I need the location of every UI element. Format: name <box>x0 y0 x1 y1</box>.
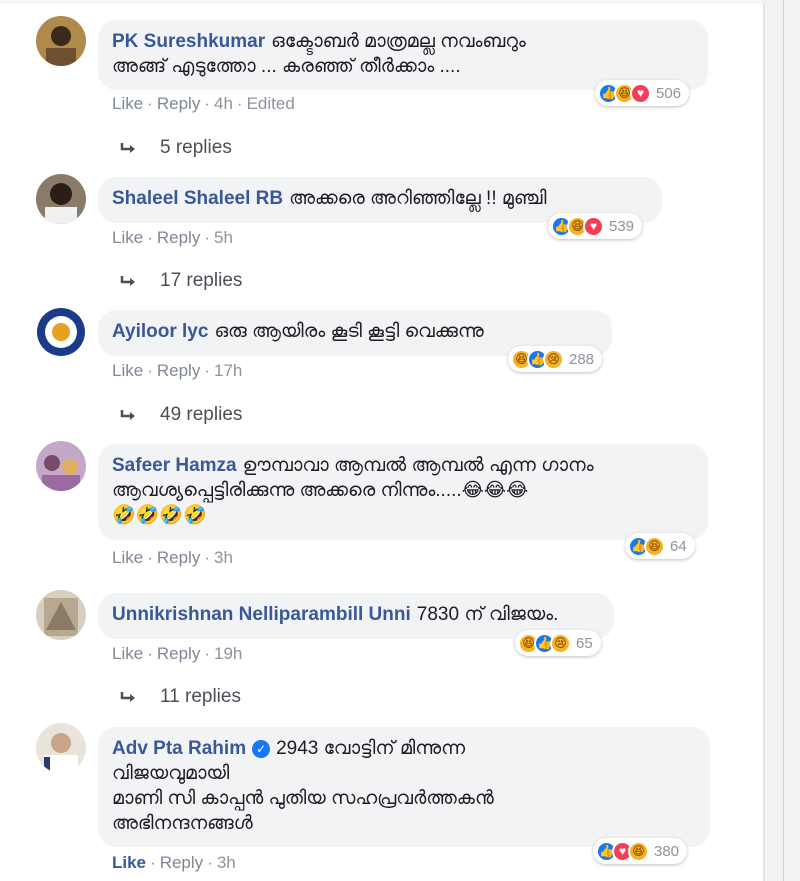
reply-button[interactable]: Reply <box>160 853 203 872</box>
reaction-summary[interactable]: 👍 😆 ♥ 506 <box>595 80 690 106</box>
sad-icon: 😢 <box>550 632 571 654</box>
avatar[interactable] <box>36 16 86 66</box>
scrollbar-divider <box>783 0 784 881</box>
comment-time[interactable]: 3h <box>214 548 233 567</box>
reply-button[interactable]: Reply <box>157 644 200 663</box>
comment-text: അക്കരെ അറിഞ്ഞില്ലേ !! മുഞ്ചി <box>289 188 547 209</box>
reaction-summary[interactable]: 😆 👍 😢 65 <box>515 630 601 656</box>
comment-text: 2943 വോട്ടിന് മിന്നുന്ന <box>276 738 466 759</box>
comment-text: ആവശ്യപ്പെട്ടിരിക്കുന്നു അക്കരെ നിന്നും..… <box>112 480 529 501</box>
reply-arrow-icon <box>120 410 135 420</box>
reaction-summary[interactable]: 👍 ♥ 😆 380 <box>593 838 688 864</box>
replies-count: 49 replies <box>160 404 243 425</box>
comments-feed: PK Sureshkumar ഒക്ടോബർ മാത്രമല്ല നവംബറും … <box>0 0 764 881</box>
comment-text: 7830 ന് വിജയം. <box>416 604 559 625</box>
reaction-count: 380 <box>654 842 680 860</box>
comment-author[interactable]: Shaleel Shaleel RB <box>112 188 283 209</box>
view-replies-link[interactable]: 11 replies <box>120 686 241 708</box>
view-replies-link[interactable]: 17 replies <box>120 270 242 292</box>
comment-author[interactable]: Safeer Hamza <box>112 455 237 476</box>
comment-actions: Like · Reply · 17h <box>112 361 243 380</box>
replies-count: 11 replies <box>160 686 241 707</box>
comment-actions: Like · Reply · 4h · Edited <box>112 94 295 113</box>
view-replies-link[interactable]: 49 replies <box>120 404 242 426</box>
avatar[interactable] <box>36 723 86 773</box>
reply-button[interactable]: Reply <box>157 361 200 380</box>
comment-text: വിജയവുമായി <box>112 763 230 784</box>
edited-label[interactable]: Edited <box>247 94 295 113</box>
haha-icon: 😆 <box>628 840 649 862</box>
comment-actions: Like · Reply · 19h <box>112 644 243 663</box>
comment-text: ഒക്ടോബർ മാത്രമല്ല നവംബറും <box>271 31 526 52</box>
reply-button[interactable]: Reply <box>157 228 200 247</box>
reaction-summary[interactable]: 👍 😆 ♥ 539 <box>548 213 643 239</box>
reply-button[interactable]: Reply <box>157 94 200 113</box>
comment-time[interactable]: 4h <box>214 94 233 113</box>
like-button[interactable]: Like <box>112 94 143 113</box>
comment-actions: Like · Reply · 3h <box>112 853 236 872</box>
top-divider <box>0 0 764 4</box>
avatar[interactable] <box>36 590 86 640</box>
replies-count: 17 replies <box>160 270 243 291</box>
like-button[interactable]: Like <box>112 548 143 567</box>
comment-text: ഒരു ആയിരം കൂടി കൂട്ടി വെക്കുന്നു <box>214 321 484 342</box>
comment-text: അങ്ങ് എടുത്തോ ... കരഞ്ഞ് തീർക്കാം .... <box>112 56 461 77</box>
haha-icon: 😆 <box>644 535 665 557</box>
reply-arrow-icon <box>120 276 135 286</box>
love-icon: ♥ <box>583 215 604 237</box>
comment-time[interactable]: 5h <box>214 228 233 247</box>
comment-text: ഊമ്പാവാ ആമ്പൽ ആമ്പൽ എന്ന ഗാനം <box>242 455 594 476</box>
comment-time[interactable]: 17h <box>214 361 242 380</box>
verified-badge-icon: ✓ <box>252 740 271 758</box>
sad-icon: 😢 <box>543 348 564 370</box>
reaction-count: 506 <box>656 84 682 102</box>
like-button[interactable]: Like <box>112 361 143 380</box>
reaction-summary[interactable]: 😆 👍 😢 288 <box>508 346 603 372</box>
comment-bubble: Safeer Hamza ഊമ്പാവാ ആമ്പൽ ആമ്പൽ എന്ന ഗാന… <box>98 444 708 540</box>
reply-arrow-icon <box>120 143 135 153</box>
replies-count: 5 replies <box>160 137 232 158</box>
reaction-count: 65 <box>576 634 593 652</box>
view-replies-link[interactable]: 5 replies <box>120 137 232 159</box>
comment-bubble: Adv Pta Rahim ✓ 2943 വോട്ടിന് മിന്നുന്ന വി… <box>98 727 710 847</box>
comment-text: അഭിനന്ദനങ്ങൾ <box>112 813 253 834</box>
reaction-count: 64 <box>670 537 687 555</box>
comment-author[interactable]: Adv Pta Rahim <box>112 738 246 759</box>
reaction-count: 288 <box>569 350 595 368</box>
love-icon: ♥ <box>630 82 651 104</box>
comment-author[interactable]: Ayiloor lyc <box>112 321 208 342</box>
avatar[interactable] <box>36 441 86 491</box>
reply-button[interactable]: Reply <box>157 548 200 567</box>
like-button[interactable]: Like <box>112 853 146 872</box>
comment-time[interactable]: 3h <box>217 853 236 872</box>
comment-text: 🤣🤣🤣🤣 <box>112 505 207 526</box>
comment-author[interactable]: PK Sureshkumar <box>112 31 265 52</box>
avatar[interactable] <box>36 307 86 357</box>
like-button[interactable]: Like <box>112 228 143 247</box>
reaction-summary[interactable]: 👍 😆 64 <box>625 533 695 559</box>
like-button[interactable]: Like <box>112 644 143 663</box>
comment-actions: Like · Reply · 3h <box>112 548 233 567</box>
reaction-count: 539 <box>609 217 635 235</box>
comment-author[interactable]: Unnikrishnan Nelliparambill Unni <box>112 604 411 625</box>
reply-arrow-icon <box>120 692 135 702</box>
comment-text: മാണി സി കാപ്പൻ പുതിയ സഹപ്രവർത്തകൻ <box>112 788 494 809</box>
avatar[interactable] <box>36 174 86 224</box>
comment-actions: Like · Reply · 5h <box>112 228 233 247</box>
comment-time[interactable]: 19h <box>214 644 242 663</box>
